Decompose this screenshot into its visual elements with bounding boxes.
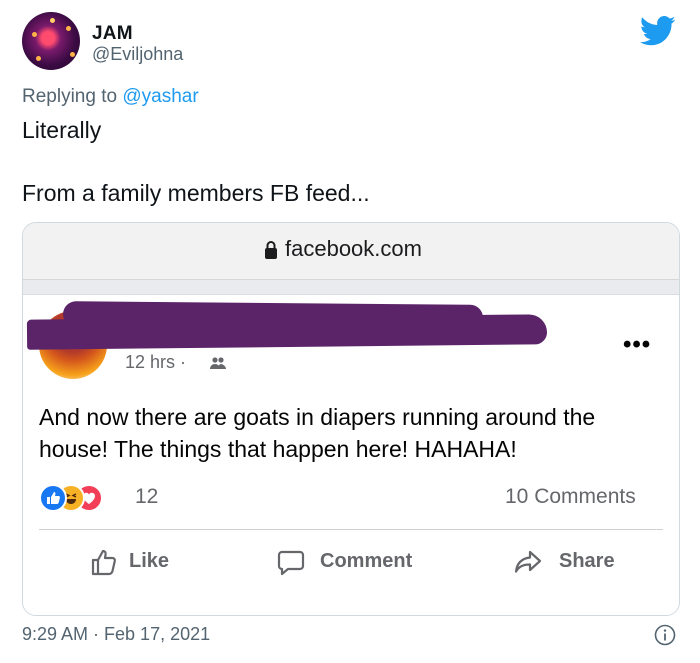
lock-icon [265, 241, 277, 259]
comment-icon [277, 550, 305, 576]
share-button: Share [513, 543, 633, 587]
post-time: 12 hrs · [125, 352, 187, 372]
post-text: And now there are goats in diapers runni… [39, 404, 596, 462]
reply-to-link[interactable]: @yashar [122, 86, 198, 107]
author-avatar[interactable] [22, 12, 80, 70]
reply-context: Replying to @yashar [22, 86, 199, 108]
browser-url: facebook.com [285, 236, 422, 261]
like-reaction-icon [39, 484, 67, 512]
like-label: Like [129, 550, 170, 572]
tweet-text-line1: Literally [22, 117, 102, 143]
feed-separator [23, 280, 679, 295]
tweet-text-line2: From a family members FB feed... [22, 180, 370, 206]
action-divider [39, 529, 663, 530]
share-icon [514, 550, 542, 573]
tweet-card: JAM @Eviljohna Replying to @yashar Liter… [0, 0, 700, 663]
author-handle[interactable]: @Eviljohna [92, 44, 183, 65]
like-button: Like [89, 543, 199, 587]
tweet-timestamp[interactable]: 9:29 AM · Feb 17, 2021 [22, 624, 210, 645]
reaction-count: 12 [135, 485, 159, 508]
info-icon[interactable] [654, 624, 676, 646]
comment-count: 10 Comments [505, 485, 636, 508]
redaction-bar [26, 314, 548, 350]
reply-prefix: Replying to [22, 86, 118, 107]
attached-screenshot[interactable]: facebook.com 12 hrs · ••• And now there … [22, 222, 680, 616]
share-label: Share [559, 550, 615, 572]
more-icon: ••• [623, 331, 652, 358]
twitter-bird-icon[interactable] [640, 16, 676, 46]
facebook-post: 12 hrs · ••• And now there are goats in … [23, 295, 679, 615]
like-icon [91, 549, 116, 576]
author-name[interactable]: JAM [92, 23, 133, 45]
comment-label: Comment [320, 550, 413, 572]
browser-url-bar: facebook.com [23, 223, 679, 280]
comment-button: Comment [276, 543, 436, 587]
friends-icon [210, 357, 226, 369]
